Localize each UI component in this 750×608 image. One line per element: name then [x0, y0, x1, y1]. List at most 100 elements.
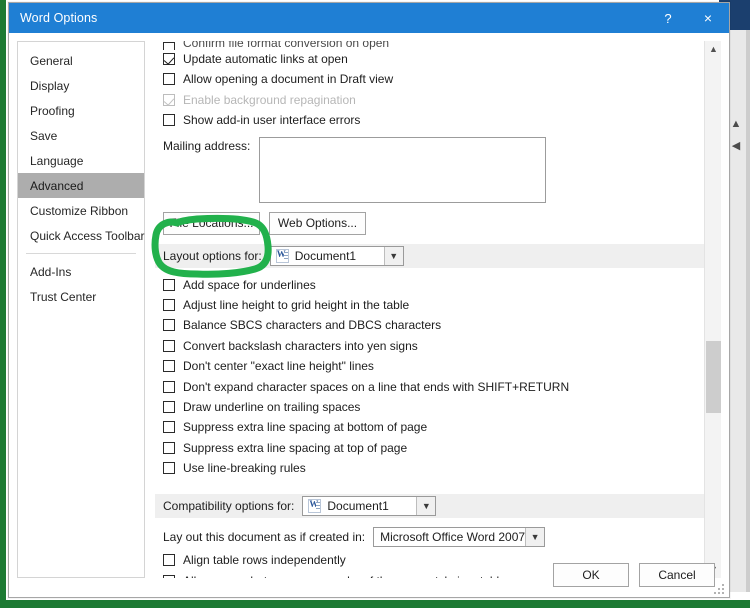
checkbox-label: Suppress extra line spacing at bottom of… — [183, 420, 428, 435]
checkbox-convert-backslash[interactable] — [163, 339, 175, 352]
scrollbar-thumb[interactable] — [706, 341, 721, 413]
checkbox-label: Suppress extra line spacing at top of pa… — [183, 440, 408, 455]
sidebar-divider — [26, 253, 136, 254]
chevron-down-icon[interactable]: ▼ — [416, 497, 436, 516]
checkbox-label: Convert backslash characters into yen si… — [183, 338, 418, 353]
layout-options-band: Layout options for: Document1 ▼ — [155, 243, 704, 268]
checkbox-label: Use line-breaking rules — [183, 461, 306, 476]
word-options-dialog: Word Options ? × General Display Proofin… — [8, 2, 730, 598]
dialog-titlebar: Word Options ? × — [9, 3, 729, 33]
checkbox-label: Show add-in user interface errors — [183, 113, 361, 128]
checkbox-row-show-addin-errors[interactable]: Show add-in user interface errors — [155, 111, 704, 131]
mailing-address-input[interactable] — [259, 136, 547, 203]
checkbox-row-confirm-file-format-conversion[interactable]: Confirm file format conversion on open — [155, 41, 704, 50]
cancel-button[interactable]: Cancel — [639, 563, 715, 587]
layout-options-label: Layout options for: — [163, 248, 262, 263]
compatibility-options-label: Compatibility options for: — [163, 499, 295, 514]
dialog-body: General Display Proofing Save Language A… — [9, 33, 729, 578]
checkbox-adjust-line-height[interactable] — [163, 298, 175, 311]
ok-button-label: OK — [582, 568, 600, 582]
sidebar-item-customize-ribbon[interactable]: Customize Ribbon — [18, 198, 144, 223]
layout-as-created-in-row: Lay out this document as if created in: … — [155, 526, 704, 547]
sidebar-item-language[interactable]: Language — [18, 148, 144, 173]
checkbox-balance-sbcs-dbcs[interactable] — [163, 319, 175, 332]
checkbox-label: Allow opening a document in Draft view — [183, 72, 394, 87]
background-scroll-arrow-down-icon[interactable]: ◀ — [730, 140, 742, 152]
layout-document-value: Document1 — [294, 248, 357, 263]
sidebar-item-proofing[interactable]: Proofing — [18, 98, 144, 123]
checkbox-label: Update automatic links at open — [183, 52, 348, 66]
help-button[interactable]: ? — [649, 3, 687, 33]
options-sidebar: General Display Proofing Save Language A… — [17, 41, 145, 578]
checkbox-enable-background-repagination — [163, 93, 175, 106]
checkbox-label: Adjust line height to grid height in the… — [183, 297, 410, 312]
sidebar-item-save[interactable]: Save — [18, 123, 144, 148]
checkbox-row-dont-expand-character-spaces[interactable]: Don't expand character spaces on a line … — [155, 378, 704, 398]
checkbox-update-automatic-links[interactable] — [163, 53, 175, 65]
checkbox-row-dont-center-exact-line-height[interactable]: Don't center "exact line height" lines — [155, 357, 704, 377]
web-options-button[interactable]: Web Options... — [269, 211, 366, 235]
checkbox-row-draw-underline-trailing-spaces[interactable]: Draw underline on trailing spaces — [155, 398, 704, 418]
options-content-pane: Confirm file format conversion on open U… — [153, 41, 704, 578]
chevron-down-icon[interactable]: ▼ — [525, 527, 545, 546]
layout-as-created-in-label: Lay out this document as if created in: — [163, 529, 366, 544]
checkbox-label: Enable background repagination — [183, 92, 356, 107]
sidebar-item-display[interactable]: Display — [18, 73, 144, 98]
checkbox-row-suppress-spacing-bottom[interactable]: Suppress extra line spacing at bottom of… — [155, 418, 704, 438]
chevron-down-icon[interactable]: ▼ — [383, 246, 403, 265]
checkbox-show-addin-errors[interactable] — [163, 114, 175, 127]
mailing-address-row: Mailing address: — [155, 136, 704, 203]
word-document-icon — [275, 248, 289, 263]
options-content-wrapper: Confirm file format conversion on open U… — [153, 41, 721, 578]
checkbox-row-adjust-line-height[interactable]: Adjust line height to grid height in the… — [155, 296, 704, 316]
checkbox-confirm-file-format-conversion[interactable] — [163, 42, 175, 50]
file-web-buttons-row: File Locations... Web Options... — [155, 211, 704, 235]
layout-document-dropdown[interactable]: Document1 ▼ — [269, 245, 404, 266]
checkbox-row-add-space-underlines[interactable]: Add space for underlines — [155, 276, 704, 296]
checkbox-row-convert-backslash[interactable]: Convert backslash characters into yen si… — [155, 337, 704, 357]
checkbox-label: Don't center "exact line height" lines — [183, 359, 374, 374]
content-scrollbar[interactable]: ▲ ▼ — [704, 41, 721, 578]
checkbox-row-use-line-breaking-rules[interactable]: Use line-breaking rules — [155, 459, 704, 479]
checkbox-row-update-automatic-links[interactable]: Update automatic links at open — [155, 50, 704, 70]
checkbox-use-line-breaking-rules[interactable] — [163, 462, 175, 475]
close-button[interactable]: × — [687, 3, 729, 33]
compatibility-options-band: Compatibility options for: Document1 ▼ — [155, 494, 704, 519]
checkbox-label: Draw underline on trailing spaces — [183, 399, 361, 414]
sidebar-item-add-ins[interactable]: Add-Ins — [18, 259, 144, 284]
compatibility-document-value: Document1 — [327, 499, 389, 514]
web-options-button-label: Web Options... — [277, 216, 358, 231]
ok-button[interactable]: OK — [553, 563, 629, 587]
checkbox-allow-draft-view[interactable] — [163, 73, 175, 86]
checkbox-label: Confirm file format conversion on open — [183, 41, 390, 50]
checkbox-suppress-spacing-top[interactable] — [163, 441, 175, 454]
sidebar-item-quick-access-toolbar[interactable]: Quick Access Toolbar — [18, 223, 145, 248]
checkbox-row-balance-sbcs-dbcs[interactable]: Balance SBCS characters and DBCS charact… — [155, 316, 704, 336]
word-document-icon — [308, 499, 322, 514]
file-locations-button[interactable]: File Locations... — [163, 211, 260, 235]
dialog-title: Word Options — [20, 11, 98, 25]
checkbox-draw-underline-trailing-spaces[interactable] — [163, 400, 175, 413]
checkbox-dont-center-exact-line-height[interactable] — [163, 360, 175, 373]
layout-as-created-in-dropdown[interactable]: Microsoft Office Word 2007 ▼ — [373, 526, 546, 547]
file-locations-button-label: File Locations... — [169, 216, 254, 231]
checkbox-label: Balance SBCS characters and DBCS charact… — [183, 318, 442, 333]
sidebar-item-advanced[interactable]: Advanced — [18, 173, 144, 198]
checkbox-label: Add space for underlines — [183, 277, 316, 292]
dialog-footer: OK Cancel — [9, 553, 729, 597]
resize-grip-icon[interactable] — [714, 582, 726, 594]
sidebar-item-general[interactable]: General — [18, 48, 144, 73]
background-scroll-arrow-up-icon[interactable]: ▲ — [730, 118, 742, 130]
scroll-up-arrow-icon[interactable]: ▲ — [705, 41, 722, 58]
screen-capture-frame: ▲ ◀ Word Options ? × General Display Pro… — [0, 0, 750, 608]
checkbox-row-suppress-spacing-top[interactable]: Suppress extra line spacing at top of pa… — [155, 439, 704, 459]
checkbox-dont-expand-character-spaces[interactable] — [163, 380, 175, 393]
mailing-address-label: Mailing address: — [163, 138, 251, 153]
cancel-button-label: Cancel — [658, 568, 696, 582]
checkbox-row-allow-draft-view[interactable]: Allow opening a document in Draft view — [155, 70, 704, 90]
compatibility-document-dropdown[interactable]: Document1 ▼ — [302, 496, 437, 517]
checkbox-add-space-underlines[interactable] — [163, 278, 175, 291]
sidebar-item-trust-center[interactable]: Trust Center — [18, 284, 144, 309]
checkbox-suppress-spacing-bottom[interactable] — [163, 421, 175, 434]
